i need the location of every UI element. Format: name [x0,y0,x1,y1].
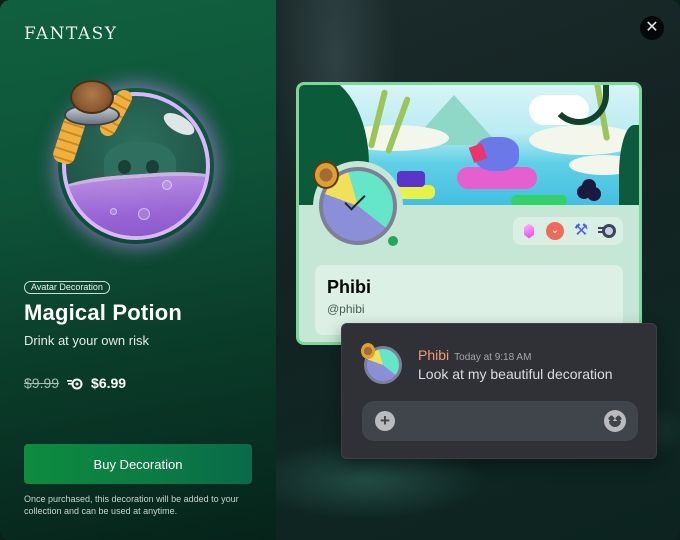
product-title: Magical Potion [24,300,183,325]
original-price: $9.99 [24,375,60,391]
nitro-badge-icon[interactable] [597,221,617,241]
heart-eyes-emoji-icon[interactable] [604,410,626,432]
message-author[interactable]: Phibi [418,347,449,363]
message-text: Look at my beautiful decoration [418,366,613,382]
product-panel: FANTASY Avatar Decoration Magical Potion… [0,0,276,540]
close-button[interactable]: ✕ [640,16,664,40]
bubble [138,208,150,220]
chat-message-preview: Phibi Today at 9:18 AM Look at my beauti… [341,323,657,459]
magical-potion-preview [51,80,216,246]
profile-avatar[interactable] [313,161,403,251]
message-avatar[interactable] [361,343,402,384]
message-composer[interactable]: + [362,401,638,441]
profile-card-preview: ⌄ ⚒ Phibi @phibi [296,82,642,345]
face-eye-left [118,160,131,174]
potion-cork [70,80,114,114]
profile-badges: ⌄ ⚒ [513,217,623,245]
hypesquad-gem-badge-icon[interactable] [519,221,539,241]
message-header: Phibi Today at 9:18 AM [418,347,531,363]
developer-tools-badge-icon[interactable]: ⚒ [571,221,591,241]
avatar-image [313,161,397,245]
avatar-decoration-potion [313,161,339,189]
profile-display-name: Phibi [327,277,371,297]
online-status-indicator [385,233,401,249]
category-tag: Avatar Decoration [24,281,110,294]
message-timestamp: Today at 9:18 AM [454,352,532,363]
shop-item-modal: FANTASY Avatar Decoration Magical Potion… [0,0,680,540]
bubble [162,180,172,190]
bubble [110,208,117,215]
avatar-decoration-potion [361,343,375,359]
banner-boombox [397,171,425,187]
nitro-icon [67,377,83,390]
buy-decoration-button[interactable]: Buy Decoration [24,444,252,484]
fantasy-logo: FANTASY [24,24,118,44]
potion-liquid [66,168,206,236]
nitro-price: $6.99 [91,375,127,391]
banner-clover [577,185,591,199]
banner-green-float [511,195,567,205]
price-row: $9.99 $6.99 [24,375,126,391]
product-tagline: Drink at your own risk [24,333,149,348]
add-attachment-icon[interactable]: + [375,411,395,431]
avatar-mouth [344,189,366,211]
purchase-disclaimer: Once purchased, this decoration will be … [24,494,239,516]
quest-badge-icon[interactable]: ⌄ [545,221,565,241]
profile-username: @phibi [327,302,365,316]
